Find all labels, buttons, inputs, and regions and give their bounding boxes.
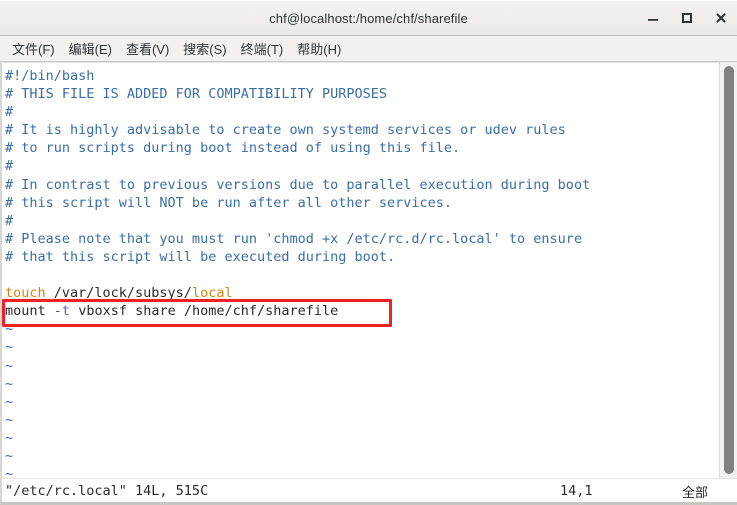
menu-item-terminal[interactable]: 终端(T) [234,37,291,60]
menu-item-edit[interactable]: 编辑(E) [62,37,119,60]
empty-line-marker: ~ [5,447,14,464]
editor-line: # It is highly advisable to create own s… [5,121,719,139]
minimize-icon[interactable] [645,10,661,26]
editor-line: # to run scripts during boot instead of … [5,139,719,157]
editor-line: touch /var/lock/subsys/local [5,284,719,302]
editor-line: # [5,212,719,230]
editor-line: # this script will NOT be run after all … [5,194,719,212]
menu-item-search[interactable]: 搜索(S) [176,37,233,60]
vim-status-line: "/etc/rc.local" 14L, 515C 14,1 全部 [0,478,737,502]
code-token: touch [5,285,46,302]
empty-line-marker: ~ [5,411,14,428]
code-token: # [5,158,14,175]
vim-text-buffer[interactable]: #!/bin/bash # THIS FILE IS ADDED FOR COMP… [2,63,719,478]
editor-line [5,266,719,284]
vim-editor-viewport[interactable]: #!/bin/bash # THIS FILE IS ADDED FOR COMP… [0,62,719,478]
editor-line: # [5,157,719,175]
menu-bar: 文件(F) 编辑(E) 查看(V) 搜索(S) 终端(T) 帮助(H) [0,36,737,62]
status-file-info: "/etc/rc.local" 14L, 515C [5,482,209,499]
vertical-scrollbar-track[interactable] [719,62,737,478]
code-token: /var/lock/subsys/ [45,285,192,302]
editor-line: # Please note that you must run 'chmod +… [5,230,719,248]
close-icon[interactable] [713,10,729,26]
status-scroll-scope: 全部 [682,485,709,501]
empty-line-marker: ~ [5,357,14,374]
code-token: - [53,303,62,320]
menu-item-view[interactable]: 查看(V) [119,37,176,60]
editor-line: mount -t vboxsf share /home/chf/sharefil… [5,302,719,320]
empty-line-marker: ~ [5,339,14,356]
code-token: #!/bin/bash [5,68,95,84]
window-controls [645,1,729,35]
terminal-window: chf@localhost:/home/chf/sharefile 文件(F) … [0,0,737,505]
code-token: # this script will NOT be run after all … [5,194,453,211]
code-token: # Please note that you must run 'chmod +… [5,230,583,247]
empty-line-marker: ~ [5,393,14,410]
code-token: t [61,303,71,320]
editor-line: #!/bin/bash [5,67,719,85]
menu-item-help[interactable]: 帮助(H) [290,37,348,60]
code-token: # It is highly advisable to create own s… [5,122,566,139]
code-token: # In contrast to previous versions due t… [5,176,591,193]
editor-line: # that this script will be executed duri… [5,248,719,266]
code-token: # [5,212,14,229]
empty-line-marker: ~ [5,429,14,446]
empty-line-marker: ~ [5,321,14,338]
vertical-scrollbar-thumb[interactable] [724,66,734,474]
editor-line: # In contrast to previous versions due t… [5,176,719,194]
maximize-icon[interactable] [679,10,695,26]
status-cursor-position: 14,1 [560,483,593,499]
code-token: mount [5,303,54,320]
code-token: local [191,285,233,302]
terminal-area: #!/bin/bash # THIS FILE IS ADDED FOR COMP… [0,62,737,478]
empty-line-marker: ~ [5,375,14,392]
code-token: # that this script will be executed duri… [5,248,396,265]
code-token: vboxsf share /home/chf/sharefile [70,303,339,320]
code-token: # THIS FILE IS ADDED FOR COMPATIBILITY P… [5,86,388,103]
title-bar[interactable]: chf@localhost:/home/chf/sharefile [0,0,737,36]
menu-item-file[interactable]: 文件(F) [5,37,62,60]
empty-line-marker: ~ [5,466,14,478]
code-token: # to run scripts during boot instead of … [5,140,461,157]
code-token: # [5,104,14,121]
window-title: chf@localhost:/home/chf/sharefile [269,10,468,26]
editor-line: # [5,103,719,121]
editor-line: # THIS FILE IS ADDED FOR COMPATIBILITY P… [5,85,719,103]
